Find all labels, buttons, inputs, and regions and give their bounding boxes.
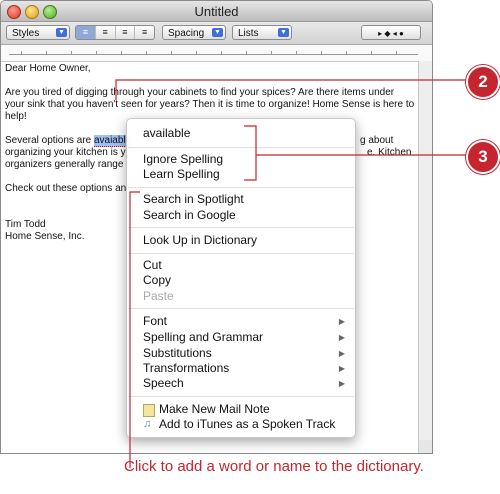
caption: Click to add a word or name to the dicti… xyxy=(124,458,424,475)
submenu-arrow-icon: ▶ xyxy=(338,379,345,388)
chevron-down-icon: ▼ xyxy=(212,28,223,37)
submenu-arrow-icon: ▶ xyxy=(338,364,345,373)
ruler-tick xyxy=(146,51,147,55)
lists-label: Lists xyxy=(238,28,259,39)
format-toolbar: Styles ▼ ≡ ≡ ≡ ≡ Spacing ▼ Lists ▼ ▸ ◆ ◂… xyxy=(1,22,432,45)
chevron-down-icon: ▼ xyxy=(278,28,289,37)
lists-popup[interactable]: Lists ▼ xyxy=(232,25,292,40)
submenu-arrow-icon: ▶ xyxy=(338,349,345,358)
submenu-arrow-icon: ▶ xyxy=(338,333,345,342)
callout-3: 3 xyxy=(466,140,500,174)
tab-stops-control[interactable]: ▸ ◆ ◂ ● xyxy=(361,25,421,40)
para2-line2-right: e. Kitchen xyxy=(367,147,412,158)
menu-separator xyxy=(128,253,354,254)
styles-popup[interactable]: Styles ▼ xyxy=(6,25,70,40)
menu-item-font[interactable]: Font xyxy=(143,314,167,328)
para2-line1-left: Several options are avaiable xyxy=(5,135,132,147)
ruler-tick xyxy=(296,51,297,55)
menu-item-mail-note[interactable]: Make New Mail Note xyxy=(159,402,270,416)
align-left-button[interactable]: ≡ xyxy=(76,26,96,39)
ruler-tick xyxy=(71,51,72,55)
ruler[interactable] xyxy=(1,45,432,62)
title-bar: Untitled xyxy=(1,1,432,22)
menu-item-suggestion[interactable]: available xyxy=(143,126,190,140)
vertical-scrollbar[interactable] xyxy=(418,61,432,453)
ruler-tick xyxy=(271,51,272,55)
para2-line3-left: organizers generally range xyxy=(5,159,124,170)
menu-separator xyxy=(128,227,354,228)
spacing-label: Spacing xyxy=(168,28,205,39)
menu-item-learn-spelling[interactable]: Learn Spelling xyxy=(143,167,220,181)
ruler-tick xyxy=(321,51,322,55)
menu-item-search-google[interactable]: Search in Google xyxy=(143,208,236,222)
tab-stops-icons: ▸ ◆ ◂ ● xyxy=(378,29,404,38)
ruler-tick xyxy=(371,51,372,55)
para2-line2-left: organizing your kitchen is y xyxy=(5,147,126,158)
greeting: Dear Home Owner, xyxy=(5,63,91,74)
ruler-tick xyxy=(396,51,397,55)
ruler-tick xyxy=(221,51,222,55)
menu-item-search-spotlight[interactable]: Search in Spotlight xyxy=(143,192,244,206)
menu-item-copy[interactable]: Copy xyxy=(143,273,171,287)
spacing-popup[interactable]: Spacing ▼ xyxy=(162,25,226,40)
ruler-tick xyxy=(46,51,47,55)
menu-item-spelling-grammar[interactable]: Spelling and Grammar xyxy=(143,330,263,344)
styles-label: Styles xyxy=(12,28,40,39)
menu-separator xyxy=(128,396,354,397)
submenu-arrow-icon: ▶ xyxy=(338,317,345,326)
alignment-control[interactable]: ≡ ≡ ≡ ≡ xyxy=(75,25,155,40)
menu-separator xyxy=(128,308,354,309)
window-title: Untitled xyxy=(194,4,239,19)
menu-item-transformations[interactable]: Transformations xyxy=(143,361,229,375)
align-right-button[interactable]: ≡ xyxy=(135,26,154,39)
chevron-down-icon: ▼ xyxy=(56,28,67,37)
ruler-tick xyxy=(96,51,97,55)
speaker-icon: ♫ xyxy=(143,418,152,430)
align-justify-button[interactable]: ≡ xyxy=(116,26,136,39)
menu-item-paste: Paste xyxy=(143,289,174,303)
menu-item-substitutions[interactable]: Substitutions xyxy=(143,346,212,360)
ruler-tick xyxy=(21,51,22,55)
ruler-tick xyxy=(121,51,122,55)
context-menu: available Ignore Spelling Learn Spelling… xyxy=(126,118,356,438)
align-center-button[interactable]: ≡ xyxy=(96,26,116,39)
menu-separator xyxy=(128,147,354,148)
menu-item-speech[interactable]: Speech xyxy=(143,376,184,390)
resize-handle[interactable] xyxy=(419,440,432,453)
note-icon xyxy=(143,404,155,417)
menu-item-itunes-spoken[interactable]: Add to iTunes as a Spoken Track xyxy=(159,417,335,431)
ruler-tick xyxy=(196,51,197,55)
para2-text: Several options are xyxy=(5,135,94,146)
menu-item-look-up[interactable]: Look Up in Dictionary xyxy=(143,233,257,247)
menu-item-ignore-spelling[interactable]: Ignore Spelling xyxy=(143,152,223,166)
ruler-tick xyxy=(246,51,247,55)
menu-separator xyxy=(128,187,354,188)
para2-line1-right: g about xyxy=(360,135,394,146)
menu-item-cut[interactable]: Cut xyxy=(143,258,162,272)
ruler-tick xyxy=(171,51,172,55)
ruler-tick xyxy=(346,51,347,55)
callout-2: 2 xyxy=(466,65,500,99)
